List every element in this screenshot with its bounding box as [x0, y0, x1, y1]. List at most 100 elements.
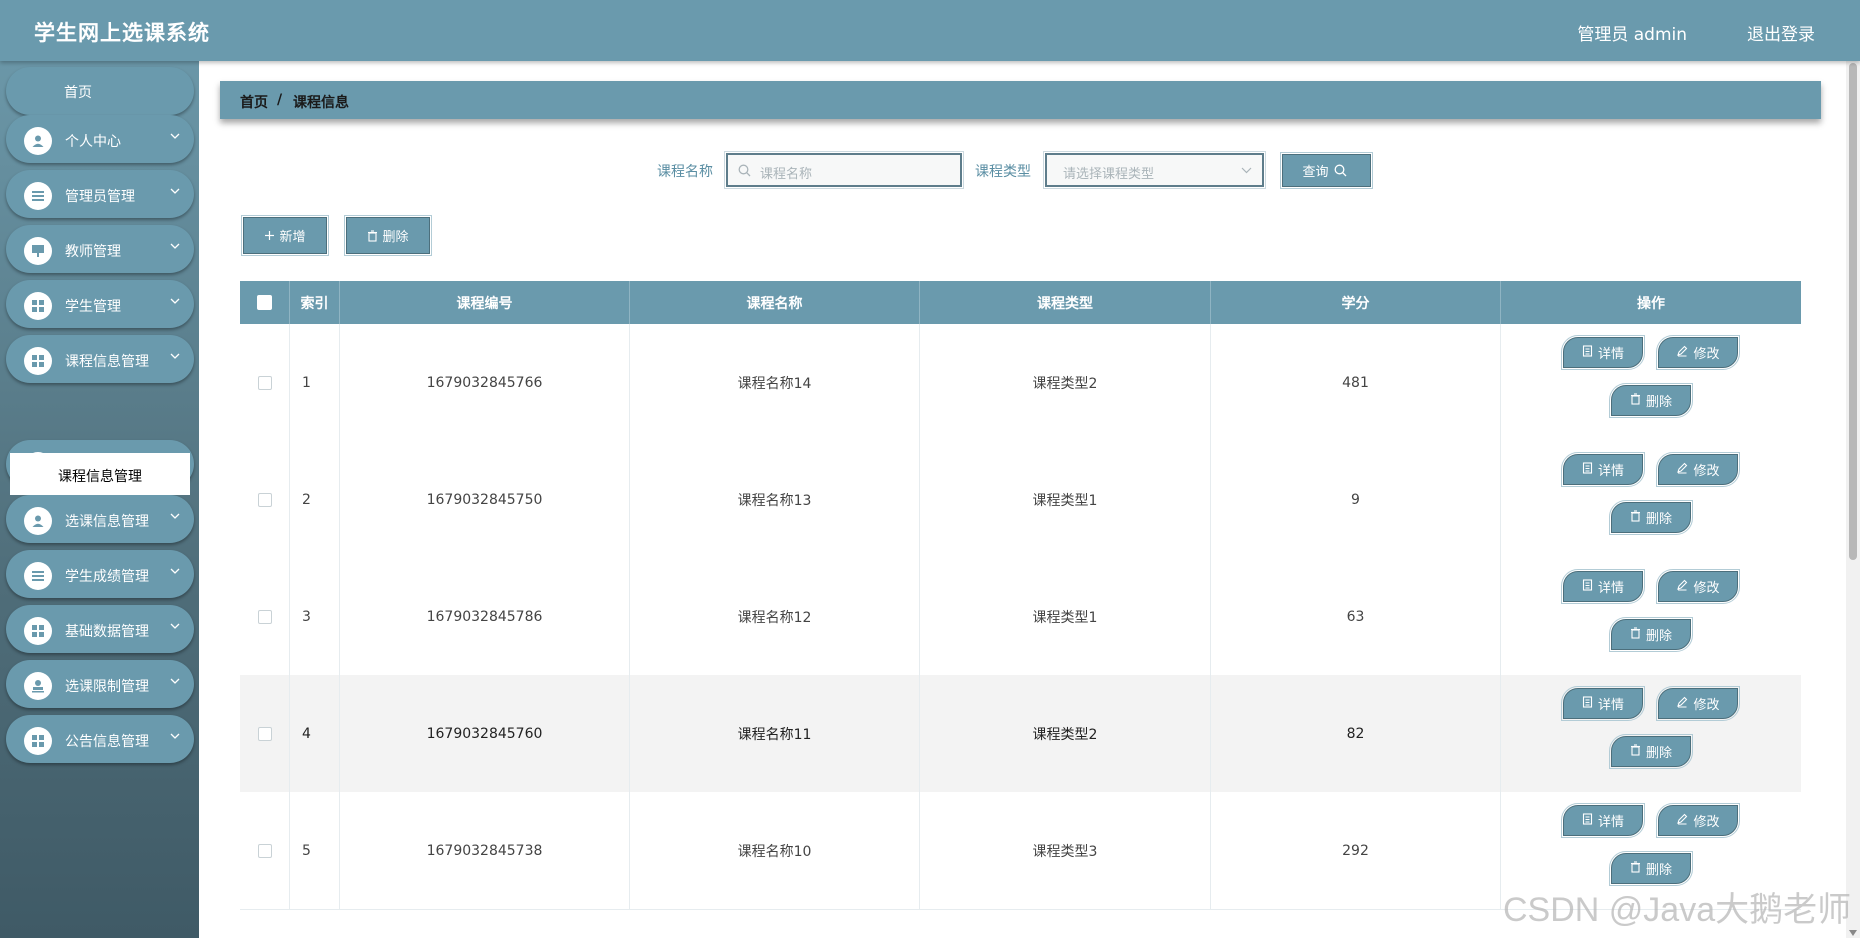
edit-icon — [1676, 462, 1693, 478]
row-select-cell — [240, 792, 290, 909]
sidebar-item-11[interactable]: 公告信息管理 — [6, 715, 194, 763]
sidebar-item-5[interactable]: 课程信息管理 — [6, 335, 194, 383]
column-header-type: 课程类型 — [920, 281, 1211, 324]
sidebar-item-8[interactable]: 学生成绩管理 — [6, 550, 194, 598]
sidebar-subitem-course-info[interactable]: 课程信息管理 — [10, 453, 190, 495]
row-checkbox[interactable] — [257, 609, 272, 624]
sidebar-item-label: 个人中心 — [65, 134, 121, 150]
cell-course-code: 1679032845786 — [340, 558, 630, 675]
edit-button[interactable]: 修改 — [1656, 803, 1740, 838]
row-checkbox[interactable] — [257, 843, 272, 858]
sidebar-item-2[interactable]: 管理员管理 — [6, 170, 194, 218]
column-header-actions: 操作 — [1637, 295, 1665, 312]
add-button[interactable]: 新增 — [241, 215, 329, 256]
list-icon — [24, 182, 52, 210]
detail-button[interactable]: 详情 — [1561, 569, 1645, 604]
delete-button[interactable]: 删除 — [1609, 617, 1693, 652]
delete-button[interactable]: 删除 — [1609, 851, 1693, 886]
delete-button-label: 删除 — [1645, 629, 1672, 644]
detail-button[interactable]: 详情 — [1561, 452, 1645, 487]
edit-button-label: 修改 — [1693, 581, 1720, 596]
trash-icon — [1630, 860, 1646, 877]
delete-button[interactable]: 删除 — [1609, 500, 1693, 535]
logout-link[interactable]: 退出登录 — [1747, 20, 1815, 45]
cell-course-name: 课程名称14 — [630, 324, 920, 441]
breadcrumb: 首页 / 课程信息 — [220, 81, 1821, 119]
course-name-label: 课程名称 — [657, 164, 713, 180]
cell-index: 1 — [290, 324, 340, 441]
sidebar-item-9[interactable]: 基础数据管理 — [6, 605, 194, 653]
list-icon — [24, 562, 52, 590]
cell-course-code: 1679032845766 — [340, 324, 630, 441]
scrollbar-thumb[interactable] — [1849, 63, 1857, 560]
sidebar-item-home[interactable]: 首页 — [6, 67, 194, 115]
course-name-input[interactable]: 课程名称 — [724, 151, 964, 189]
trash-icon — [1630, 626, 1646, 643]
person-icon — [24, 127, 52, 155]
edit-icon — [1676, 345, 1693, 361]
delete-button[interactable]: 删除 — [1609, 734, 1693, 769]
cell-course-name: 课程名称10 — [630, 792, 920, 909]
detail-button[interactable]: 详情 — [1561, 686, 1645, 721]
page-scrollbar[interactable] — [1846, 61, 1860, 938]
sidebar-item-4[interactable]: 学生管理 — [6, 280, 194, 328]
cell-actions: 详情 修改删除 — [1501, 675, 1801, 792]
cell-credit: 9 — [1211, 441, 1501, 558]
row-select-cell — [240, 324, 290, 441]
table-row: 4 1679032845760 课程名称11 课程类型2 82 详情 修改 删除 — [240, 675, 1801, 793]
sidebar-item-label: 基础数据管理 — [65, 624, 149, 640]
detail-button-label: 详情 — [1597, 464, 1624, 479]
course-type-placeholder: 请选择课程类型 — [1063, 167, 1155, 182]
cell-index: 2 — [290, 441, 340, 558]
detail-button[interactable]: 详情 — [1561, 335, 1645, 370]
cell-course-name: 课程名称11 — [630, 675, 920, 792]
cell-credit: 292 — [1211, 792, 1501, 909]
query-button[interactable]: 查询 — [1280, 152, 1373, 189]
row-select-cell — [240, 441, 290, 558]
batch-delete-button[interactable]: 删除 — [344, 215, 432, 256]
cell-course-type: 课程类型2 — [920, 324, 1211, 441]
edit-button[interactable]: 修改 — [1656, 686, 1740, 721]
delete-button-label: 删除 — [1645, 395, 1672, 410]
board-icon — [24, 237, 52, 265]
row-checkbox[interactable] — [257, 726, 272, 741]
grid-icon — [24, 347, 52, 375]
detail-button-label: 详情 — [1597, 698, 1624, 713]
breadcrumb-current: 课程信息 — [293, 95, 349, 111]
detail-button[interactable]: 详情 — [1561, 803, 1645, 838]
sidebar-item-1[interactable]: 个人中心 — [6, 115, 194, 163]
breadcrumb-home[interactable]: 首页 — [240, 92, 268, 112]
sidebar-item-7[interactable]: 选课信息管理 — [6, 495, 194, 543]
sidebar-item-label: 公告信息管理 — [65, 734, 149, 750]
delete-button-label: 删除 — [1645, 746, 1672, 761]
edit-button[interactable]: 修改 — [1656, 335, 1740, 370]
cell-course-name: 课程名称12 — [630, 558, 920, 675]
edit-icon — [1676, 579, 1693, 595]
course-type-select[interactable]: 请选择课程类型 — [1043, 151, 1266, 189]
row-checkbox[interactable] — [257, 492, 272, 507]
sidebar-item-3[interactable]: 教师管理 — [6, 225, 194, 273]
course-table: 索引 课程编号 课程名称 课程类型 学分 操作 1 1679032845766 课程… — [240, 281, 1801, 938]
delete-button[interactable]: 删除 — [1609, 383, 1693, 418]
grid-icon — [24, 727, 52, 755]
trash-icon — [1630, 509, 1646, 526]
current-user: 管理员 admin — [1577, 25, 1687, 45]
search-icon — [738, 164, 751, 177]
plus-icon — [265, 231, 275, 240]
document-icon — [1582, 812, 1598, 829]
sidebar-item-label: 学生管理 — [65, 299, 121, 315]
delete-button-label: 删除 — [1645, 863, 1672, 878]
cell-actions: 详情 修改删除 — [1501, 441, 1801, 558]
cell-course-type: 课程类型3 — [920, 792, 1211, 909]
edit-button-label: 修改 — [1693, 347, 1720, 362]
edit-icon — [1676, 696, 1693, 712]
sidebar-item-10[interactable]: 选课限制管理 — [6, 660, 194, 708]
cell-credit: 481 — [1211, 324, 1501, 441]
edit-button[interactable]: 修改 — [1656, 452, 1740, 487]
row-checkbox[interactable] — [257, 375, 272, 390]
edit-button[interactable]: 修改 — [1656, 569, 1740, 604]
stamp-icon — [24, 672, 52, 700]
select-all-checkbox[interactable] — [257, 295, 272, 310]
cell-index: 3 — [290, 558, 340, 675]
person-icon — [24, 507, 52, 535]
